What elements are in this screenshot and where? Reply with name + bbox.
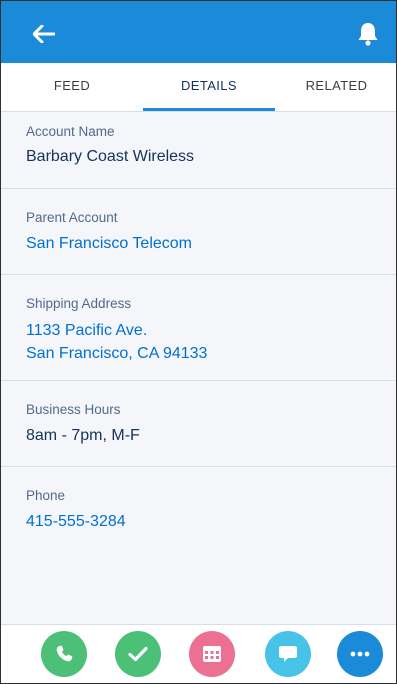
- tab-details[interactable]: DETAILS: [143, 63, 275, 111]
- tab-related[interactable]: RELATED: [275, 63, 396, 111]
- parent-account-link[interactable]: San Francisco Telecom: [26, 233, 396, 255]
- field-business-hours: Business Hours 8am - 7pm, M-F: [1, 381, 396, 467]
- mobile-frame: FEED DETAILS RELATED Account Name Barbar…: [0, 0, 397, 684]
- address-line-2: San Francisco, CA 94133: [26, 345, 208, 362]
- new-event-button[interactable]: [189, 631, 235, 677]
- more-actions-button[interactable]: [337, 631, 383, 677]
- back-button[interactable]: [29, 19, 59, 49]
- tab-feed[interactable]: FEED: [1, 63, 143, 111]
- bell-icon: [357, 22, 379, 46]
- field-phone: Phone 415-555-3284: [1, 467, 396, 547]
- shipping-address-link[interactable]: 1133 Pacific Ave. San Francisco, CA 9413…: [26, 319, 396, 365]
- checkmark-icon: [128, 646, 148, 662]
- call-button[interactable]: [41, 631, 87, 677]
- details-list: Account Name Barbary Coast Wireless Pare…: [1, 112, 396, 547]
- active-tab-indicator: [143, 108, 275, 111]
- field-account-name: Account Name Barbary Coast Wireless: [1, 112, 396, 189]
- field-label: Parent Account: [26, 210, 118, 225]
- field-parent-account: Parent Account San Francisco Telecom: [1, 189, 396, 275]
- field-shipping-address: Shipping Address 1133 Pacific Ave. San F…: [1, 275, 396, 381]
- arrow-left-icon: [33, 25, 55, 43]
- field-label: Business Hours: [26, 402, 121, 417]
- tab-bar: FEED DETAILS RELATED: [1, 63, 396, 112]
- field-label: Shipping Address: [26, 296, 132, 311]
- phone-icon: [54, 644, 74, 664]
- chat-bubble-icon: [278, 644, 298, 664]
- new-task-button[interactable]: [115, 631, 161, 677]
- field-label: Phone: [26, 488, 66, 503]
- action-bar: [1, 624, 396, 683]
- more-icon: [350, 651, 370, 657]
- header-bar: [1, 1, 396, 63]
- post-button[interactable]: [265, 631, 311, 677]
- notifications-button[interactable]: [354, 19, 382, 49]
- phone-link[interactable]: 415-555-3284: [26, 511, 396, 533]
- account-name-value: Barbary Coast Wireless: [26, 148, 195, 165]
- address-line-1: 1133 Pacific Ave.: [26, 322, 148, 339]
- calendar-icon: [202, 645, 222, 663]
- business-hours-value: 8am - 7pm, M-F: [26, 427, 140, 444]
- field-label: Account Name: [26, 124, 115, 139]
